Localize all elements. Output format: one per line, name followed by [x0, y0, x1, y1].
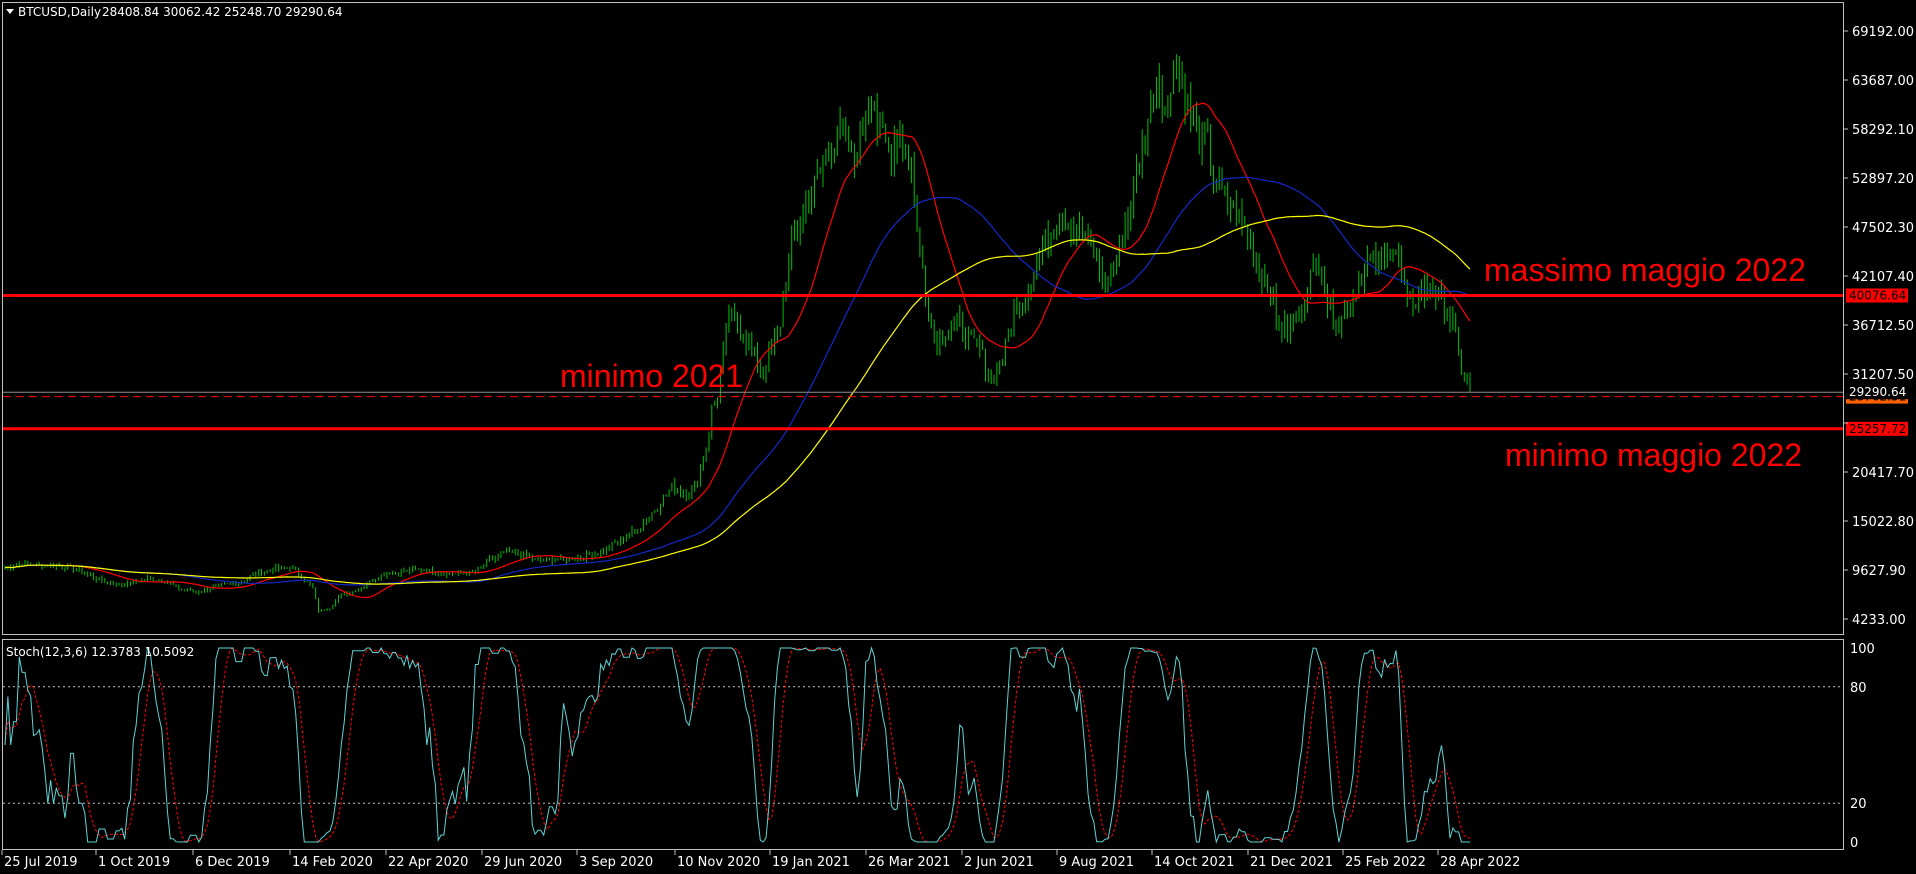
date-tick-label: 6 Dec 2019 — [195, 855, 270, 870]
price-tick-label: 31207.50 — [1852, 368, 1914, 383]
date-tick-label: 29 Jun 2020 — [484, 855, 562, 870]
date-tick-label: 2 Jun 2021 — [964, 855, 1034, 870]
price-tag: 40076.64 — [1849, 289, 1906, 303]
date-tick-label: 14 Feb 2020 — [292, 855, 373, 870]
price-tag: 25257.72 — [1849, 422, 1906, 436]
trading-chart[interactable]: BTCUSD,Daily 28408.84 30062.42 25248.70 … — [0, 0, 1916, 874]
date-tick-label: 3 Sep 2020 — [579, 855, 653, 870]
date-tick-label: 19 Jan 2021 — [772, 855, 850, 870]
date-tick-label: 21 Dec 2021 — [1250, 855, 1333, 870]
price-tick-label: 9627.90 — [1852, 564, 1906, 579]
stoch-tick-label: 80 — [1850, 681, 1867, 696]
date-tick-label: 26 Mar 2021 — [868, 855, 950, 870]
date-tick-label: 9 Aug 2021 — [1059, 855, 1134, 870]
date-tick-label: 14 Oct 2021 — [1154, 855, 1234, 870]
price-tick-label: 4233.00 — [1852, 613, 1906, 628]
price-tick-label: 36712.50 — [1852, 319, 1914, 334]
stoch-tick-label: 100 — [1850, 642, 1875, 657]
price-tick-label: 42107.40 — [1852, 270, 1914, 285]
date-tick-label: 10 Nov 2020 — [677, 855, 760, 870]
annotation-minimo-2021: minimo 2021 — [560, 358, 743, 394]
price-tag: 29290.64 — [1849, 385, 1906, 399]
annotation-minimo-maggio-2022: minimo maggio 2022 — [1505, 437, 1802, 473]
stochastic-label: Stoch(12,3,6) 12.3783 10.5092 — [6, 645, 194, 659]
date-tick-label: 22 Apr 2020 — [388, 855, 468, 870]
date-tick-label: 25 Feb 2022 — [1345, 855, 1426, 870]
date-tick-label: 25 Jul 2019 — [4, 855, 78, 870]
stoch-tick-label: 20 — [1850, 797, 1867, 812]
price-tick-label: 58292.10 — [1852, 123, 1914, 138]
price-tick-label: 52897.20 — [1852, 172, 1914, 187]
annotation-massimo-maggio-2022: massimo maggio 2022 — [1484, 252, 1806, 288]
price-tick-label: 15022.80 — [1852, 515, 1914, 530]
stoch-tick-label: 0 — [1850, 836, 1858, 851]
price-tick-label: 63687.00 — [1852, 74, 1914, 89]
symbol-label: BTCUSD,Daily — [18, 5, 101, 19]
price-tick-label: 47502.30 — [1852, 221, 1914, 236]
date-tick-label: 28 Apr 2022 — [1440, 855, 1520, 870]
price-tick-label: 20417.70 — [1852, 466, 1914, 481]
ohlc-readout: 28408.84 30062.42 25248.70 29290.64 — [102, 5, 342, 19]
price-tick-label: 69192.00 — [1852, 25, 1914, 40]
date-tick-label: 1 Oct 2019 — [98, 855, 170, 870]
